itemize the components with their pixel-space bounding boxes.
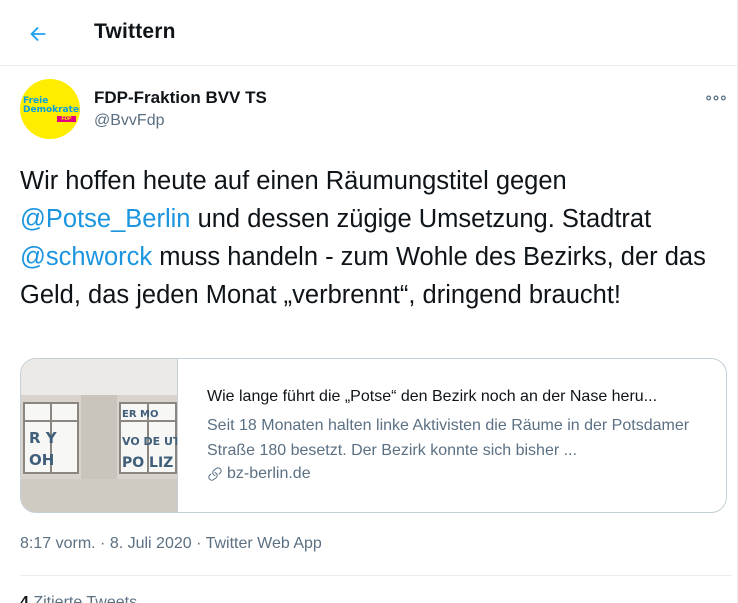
- author-name[interactable]: FDP-Fraktion BVV TS: [94, 88, 267, 108]
- tweet-text-part: und dessen zügige Umsetzung. Stadtrat: [190, 205, 652, 233]
- avatar-logo-text: Freie Demokraten: [23, 96, 80, 115]
- tweet-text-part: Wir hoffen heute auf einen Räumungstitel…: [20, 167, 567, 195]
- mention-link[interactable]: @schworck: [20, 243, 152, 271]
- quote-tweets-stat[interactable]: 4 Zitierte Tweets: [20, 594, 137, 603]
- mention-link[interactable]: @Potse_Berlin: [20, 205, 190, 233]
- quote-count: 4: [20, 594, 29, 603]
- link-icon: [208, 467, 222, 481]
- divider: [20, 575, 732, 576]
- avatar-logo-tag: FDP: [57, 116, 76, 122]
- avatar[interactable]: Freie Demokraten FDP: [20, 79, 80, 139]
- image-lettering: PO LIZ: [122, 455, 173, 471]
- page-title: Twittern: [94, 20, 176, 43]
- author-handle[interactable]: @BvvFdp: [94, 112, 164, 130]
- link-preview-card[interactable]: R Y OH ER MO VO DE UT PO LIZ Wie lange f…: [20, 358, 727, 513]
- arrow-left-icon: [30, 26, 46, 42]
- page-header: Twittern: [0, 0, 737, 66]
- card-domain-text: bz-berlin.de: [227, 465, 311, 482]
- card-description: Seit 18 Monaten halten linke Aktivisten …: [207, 417, 690, 459]
- back-button[interactable]: [18, 14, 58, 54]
- tweet-source[interactable]: Twitter Web App: [206, 535, 322, 552]
- image-lettering: R Y: [29, 429, 58, 447]
- tweet-date[interactable]: 8. Juli 2020: [110, 535, 192, 552]
- card-image: R Y OH ER MO VO DE UT PO LIZ: [21, 359, 178, 512]
- image-lettering: ER MO: [122, 409, 158, 420]
- image-lettering: VO DE UT: [122, 435, 177, 448]
- card-title: Wie lange führt die „Potse“ den Bezirk n…: [207, 388, 658, 405]
- tweet-text: Wir hoffen heute auf einen Räumungstitel…: [20, 162, 732, 314]
- card-domain: bz-berlin.de: [207, 465, 311, 483]
- image-lettering: OH: [29, 451, 54, 469]
- building-photo: R Y OH ER MO VO DE UT PO LIZ: [21, 359, 177, 512]
- tweet-page: Twittern Freie Demokraten FDP FDP-Frakti…: [0, 0, 738, 603]
- tweet-time[interactable]: 8:17 vorm.: [20, 535, 96, 552]
- meta-separator: ·: [191, 535, 206, 552]
- more-horizontal-icon: [706, 95, 726, 101]
- meta-separator: ·: [95, 535, 110, 552]
- tweet-meta: 8:17 vorm. · 8. Juli 2020 · Twitter Web …: [20, 535, 322, 553]
- quote-label: Zitierte Tweets: [28, 594, 138, 603]
- more-options-button[interactable]: [700, 88, 732, 108]
